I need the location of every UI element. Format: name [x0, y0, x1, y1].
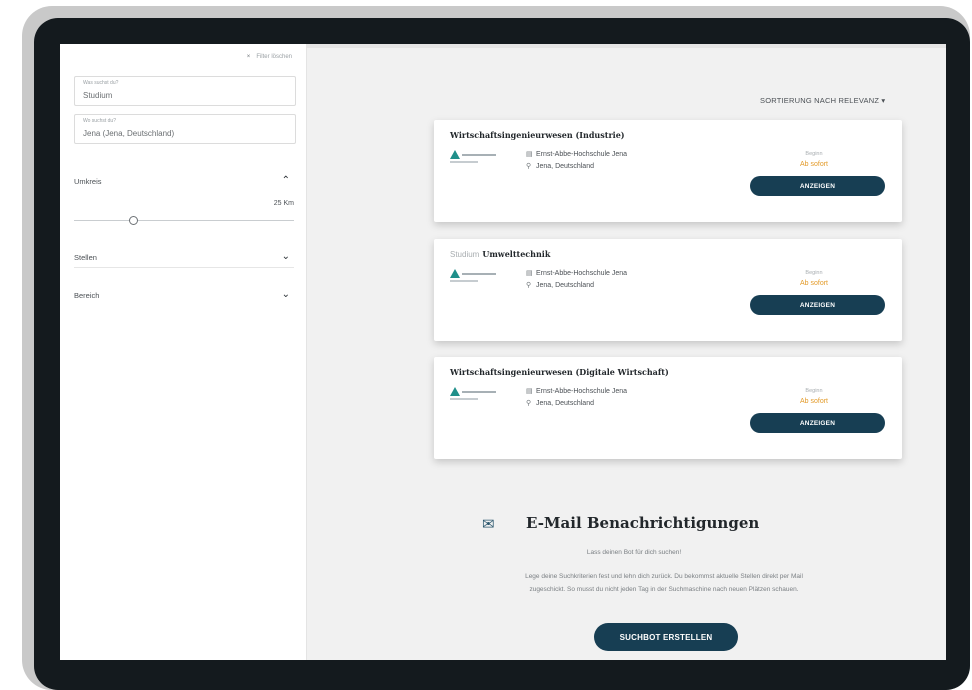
- result-title-text: Wirtschaftsingenieurwesen (Industrie): [450, 130, 625, 140]
- reset-filters-label: Filter löschen: [256, 54, 292, 60]
- building-icon: ▤: [526, 151, 533, 158]
- close-icon: ×: [246, 54, 251, 60]
- umkreis-label: Umkreis: [74, 177, 102, 186]
- suchbot-erstellen-button[interactable]: SUCHBOT ERSTELLEN: [594, 623, 738, 651]
- filter-sidebar: × Filter löschen Was suchst du? Studium W…: [60, 44, 307, 660]
- reset-filters-link[interactable]: × Filter löschen: [247, 54, 292, 60]
- umkreis-slider-track[interactable]: [74, 220, 294, 221]
- where-field-value: Jena (Jena, Deutschland): [83, 129, 175, 138]
- result-card[interactable]: Wirtschaftsingenieurwesen (Digitale Wirt…: [434, 357, 902, 459]
- location-pin-icon: ⚲: [526, 400, 532, 407]
- result-location: Jena, Deutschland: [536, 163, 594, 170]
- where-field-label: Wo suchst du?: [83, 118, 116, 124]
- institution-logo: [450, 387, 498, 401]
- sort-dropdown[interactable]: SORTIERUNG NACH RELEVANZ ▾: [760, 96, 885, 105]
- section-divider: [74, 267, 294, 268]
- beginn-label: Beginn: [805, 151, 823, 157]
- result-institution: Ernst-Abbe-Hochschule Jena: [536, 388, 628, 395]
- result-info: ▤ Ernst-Abbe-Hochschule Jena ⚲ Jena, Deuts…: [526, 149, 627, 173]
- where-field[interactable]: Wo suchst du? Jena (Jena, Deutschland): [74, 114, 296, 144]
- bereich-label: Bereich: [74, 291, 100, 300]
- result-card[interactable]: Studium Umwelttechnik ▤ Ernst-Abbe-Hochsch…: [434, 239, 902, 341]
- umkreis-section-header[interactable]: Umkreis ⌃: [74, 175, 294, 193]
- email-subtitle: Lass deinen Bot für dich suchen!: [586, 549, 682, 556]
- beginn-label: Beginn: [805, 388, 823, 394]
- anzeigen-button[interactable]: ANZEIGEN: [750, 176, 885, 196]
- what-field-value: Studium: [83, 91, 113, 100]
- anzeigen-button[interactable]: ANZEIGEN: [750, 295, 885, 315]
- chevron-down-icon: ⌄: [281, 251, 290, 262]
- institution-logo: [450, 150, 498, 164]
- building-icon: ▤: [526, 270, 533, 277]
- location-pin-icon: ⚲: [526, 282, 532, 289]
- caret-down-icon: ▾: [881, 96, 886, 105]
- mail-icon: ✉: [482, 515, 495, 533]
- beginn-value: Ab sofort: [799, 398, 828, 405]
- result-info: ▤ Ernst-Abbe-Hochschule Jena ⚲ Jena, Deuts…: [526, 386, 627, 410]
- result-location: Jena, Deutschland: [536, 400, 594, 407]
- result-location: Jena, Deutschland: [536, 282, 594, 289]
- email-title-text: E-Mail Benachrichtigungen: [526, 514, 760, 532]
- chevron-up-icon: ⌃: [281, 175, 290, 186]
- umkreis-value: 25 Km: [273, 200, 294, 207]
- sort-label: SORTIERUNG NACH RELEVANZ: [760, 96, 880, 105]
- chevron-down-icon: ⌄: [281, 289, 290, 300]
- email-section-title: ✉ E-Mail Benachrichtigungen: [482, 514, 760, 533]
- stellen-label: Stellen: [74, 253, 97, 262]
- result-card[interactable]: Wirtschaftsingenieurwesen (Industrie) ▤ E…: [434, 120, 902, 222]
- result-title[interactable]: Studium Umwelttechnik: [450, 249, 550, 259]
- email-description: Lege deine Suchkriterien fest und lehn d…: [525, 573, 803, 593]
- what-field-label: Was suchst du?: [83, 80, 119, 86]
- result-institution: Ernst-Abbe-Hochschule Jena: [536, 270, 628, 277]
- location-pin-icon: ⚲: [526, 163, 532, 170]
- bereich-section-header[interactable]: Bereich ⌄: [74, 289, 294, 307]
- building-icon: ▤: [526, 388, 533, 395]
- umkreis-slider-thumb[interactable]: [129, 216, 139, 225]
- what-field[interactable]: Was suchst du? Studium: [74, 76, 296, 106]
- result-institution: Ernst-Abbe-Hochschule Jena: [536, 151, 628, 158]
- app-screen: × Filter löschen Was suchst du? Studium W…: [60, 44, 946, 660]
- anzeigen-button[interactable]: ANZEIGEN: [750, 413, 885, 433]
- result-title-prefix: Studium: [450, 250, 480, 259]
- result-title-text: Wirtschaftsingenieurwesen (Digitale Wirt…: [450, 367, 669, 377]
- result-title[interactable]: Wirtschaftsingenieurwesen (Digitale Wirt…: [450, 367, 669, 377]
- beginn-value: Ab sofort: [799, 161, 828, 168]
- institution-logo: [450, 269, 498, 283]
- result-info: ▤ Ernst-Abbe-Hochschule Jena ⚲ Jena, Deuts…: [526, 268, 627, 292]
- beginn-label: Beginn: [805, 270, 823, 276]
- beginn-value: Ab sofort: [799, 280, 828, 287]
- result-title-text: Umwelttechnik: [482, 249, 551, 259]
- result-title[interactable]: Wirtschaftsingenieurwesen (Industrie): [450, 130, 625, 140]
